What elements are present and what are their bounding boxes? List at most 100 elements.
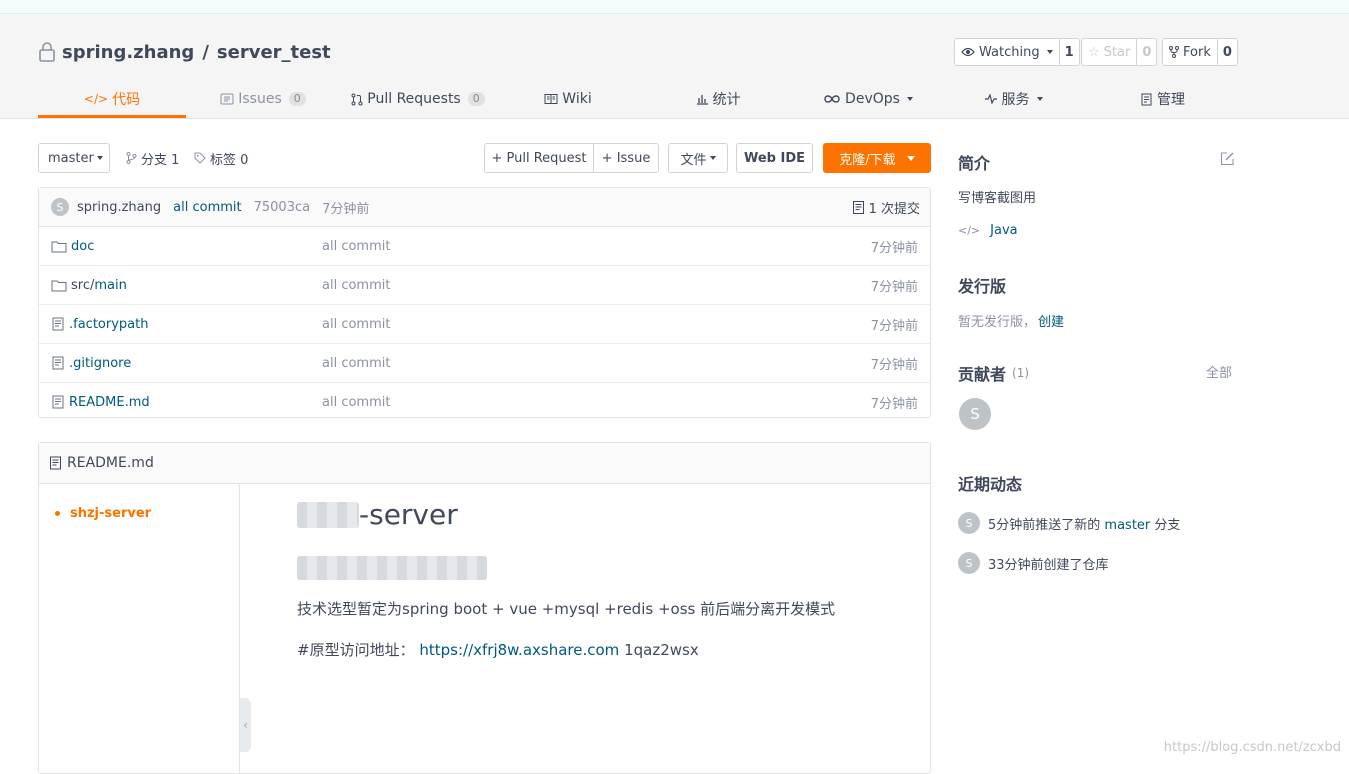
- branch-icon: [126, 152, 137, 164]
- file-commit-message[interactable]: all commit: [322, 239, 390, 254]
- avatar[interactable]: S: [959, 398, 991, 430]
- commit-hash[interactable]: 75003ca: [254, 200, 310, 215]
- tab-pull-requests[interactable]: Pull Requests 0: [348, 82, 488, 116]
- contributors-title: 贡献者: [958, 365, 1007, 384]
- activity-text: 33分钟前创建了仓库: [988, 557, 1109, 573]
- watch-button[interactable]: Watching 1: [954, 38, 1080, 66]
- fork-count[interactable]: 0: [1216, 39, 1237, 65]
- toc-item[interactable]: shzj-server: [55, 506, 151, 521]
- language-info: </> Java: [958, 223, 1018, 238]
- clone-download-button[interactable]: 克隆/下载: [823, 143, 931, 173]
- star-icon: ☆: [1088, 44, 1100, 60]
- folder-icon: [51, 241, 67, 252]
- file-name-link[interactable]: README.md: [69, 395, 150, 410]
- file-commit-message[interactable]: all commit: [322, 395, 390, 410]
- tab-manage[interactable]: 管理: [1118, 82, 1208, 116]
- fork-icon: [1169, 46, 1179, 58]
- commit-author-link[interactable]: spring.zhang: [77, 200, 161, 215]
- file-icon: [50, 456, 61, 470]
- table-row[interactable]: .factorypath all commit 7分钟前: [39, 305, 930, 344]
- release-empty-text: 暂无发行版，: [958, 315, 1037, 330]
- star-count[interactable]: 0: [1136, 39, 1156, 65]
- book-icon: [544, 94, 558, 104]
- intro-text: 写博客截图用: [958, 191, 1037, 206]
- activity-text: 分支: [1154, 517, 1181, 533]
- tab-statistics[interactable]: 统计: [668, 82, 768, 116]
- new-issue-button[interactable]: + Issue: [593, 143, 659, 173]
- table-row[interactable]: README.md all commit 7分钟前: [39, 383, 930, 421]
- avatar[interactable]: S: [958, 512, 980, 534]
- repo-name-link[interactable]: server_test: [217, 42, 331, 63]
- intro-title: 简介: [958, 154, 991, 173]
- file-time: 7分钟前: [870, 318, 918, 334]
- commit-count-label: 1 次提交: [868, 201, 920, 217]
- prototype-link[interactable]: https://xfrj8w.axshare.com: [419, 641, 619, 659]
- web-ide-button[interactable]: Web IDE: [736, 143, 813, 173]
- branches-link[interactable]: 分支 1: [126, 143, 179, 173]
- readme-panel: README.md shzj-server ‹ -server 技术选型暂定为s…: [38, 442, 931, 774]
- commit-message-link[interactable]: all commit: [173, 200, 241, 215]
- lock-icon: [38, 42, 56, 62]
- file-commit-message[interactable]: all commit: [322, 278, 390, 293]
- tab-devops[interactable]: DevOps: [818, 82, 918, 116]
- create-release-link[interactable]: 创建: [1038, 311, 1064, 330]
- readme-heading: -server: [297, 498, 458, 531]
- manage-icon: [1141, 93, 1152, 105]
- avatar[interactable]: S: [958, 552, 980, 574]
- all-contributors-link[interactable]: 全部: [1206, 362, 1232, 381]
- issue-label: + Issue: [601, 150, 651, 166]
- folder-icon: [51, 280, 67, 291]
- new-pull-request-button[interactable]: + Pull Request: [484, 143, 594, 173]
- readme-heading-text: -server: [359, 498, 458, 531]
- file-commit-message[interactable]: all commit: [322, 356, 390, 371]
- pulse-icon: [984, 94, 997, 104]
- tab-code[interactable]: </> 代码: [38, 82, 186, 118]
- contributors-header: 贡献者 (1): [958, 361, 1029, 385]
- file-time: 7分钟前: [870, 396, 918, 412]
- star-button[interactable]: ☆ Star 0: [1081, 38, 1158, 66]
- bar-chart-icon: [696, 95, 708, 105]
- file-name-link[interactable]: .factorypath: [69, 317, 148, 332]
- avatar[interactable]: S: [51, 198, 69, 216]
- table-row[interactable]: src/main all commit 7分钟前: [39, 266, 930, 305]
- fork-button[interactable]: Fork 0: [1162, 38, 1238, 66]
- branch-link[interactable]: master: [1104, 518, 1150, 533]
- latest-commit-bar: S spring.zhang all commit 75003ca 7分钟前 1…: [39, 188, 930, 227]
- tab-services[interactable]: 服务: [968, 82, 1058, 116]
- file-name-link[interactable]: .gitignore: [69, 356, 131, 371]
- edit-icon[interactable]: [1220, 151, 1235, 170]
- tab-issues[interactable]: Issues 0: [208, 82, 318, 116]
- top-strip: [0, 0, 1349, 14]
- table-row[interactable]: .gitignore all commit 7分钟前: [39, 344, 930, 383]
- branch-select[interactable]: master: [38, 143, 110, 173]
- file-list: S spring.zhang all commit 75003ca 7分钟前 1…: [38, 187, 931, 418]
- chevron-left-icon: ‹: [243, 718, 248, 732]
- code-toolbar: master 分支 1 标签 0 + Pull Request + Issue …: [38, 143, 931, 175]
- tab-label: DevOps: [845, 91, 900, 107]
- tags-link[interactable]: 标签 0: [194, 143, 248, 173]
- activity-item: S 33分钟前创建了仓库: [958, 552, 1109, 574]
- file-time: 7分钟前: [870, 240, 918, 256]
- repo-owner-link[interactable]: spring.zhang: [62, 42, 194, 63]
- language-link[interactable]: Java: [990, 223, 1017, 238]
- tag-icon: [194, 152, 206, 164]
- tab-wiki[interactable]: Wiki: [518, 82, 618, 116]
- file-menu-button[interactable]: 文件: [668, 143, 728, 173]
- caret-down-icon: [1046, 50, 1053, 54]
- file-name-link[interactable]: main: [94, 278, 126, 293]
- file-label: 文件: [680, 152, 707, 168]
- commit-count-link[interactable]: 1 次提交: [852, 198, 920, 217]
- commit-time: 7分钟前: [322, 201, 370, 217]
- caret-down-icon: [906, 97, 913, 101]
- readme-title: README.md: [67, 455, 154, 471]
- tab-label: Wiki: [562, 91, 592, 107]
- file-commit-message[interactable]: all commit: [322, 317, 390, 332]
- repo-header: spring.zhang / server_test Watching 1 ☆ …: [0, 14, 1349, 119]
- file-name-link[interactable]: doc: [71, 239, 94, 254]
- table-row[interactable]: doc all commit 7分钟前: [39, 227, 930, 266]
- bullet-icon: [55, 511, 60, 516]
- branches-label: 分支 1: [141, 152, 180, 168]
- file-name-prefix: src/: [71, 277, 95, 293]
- toc-collapse-handle[interactable]: ‹: [240, 698, 251, 752]
- watch-count[interactable]: 1: [1058, 39, 1079, 65]
